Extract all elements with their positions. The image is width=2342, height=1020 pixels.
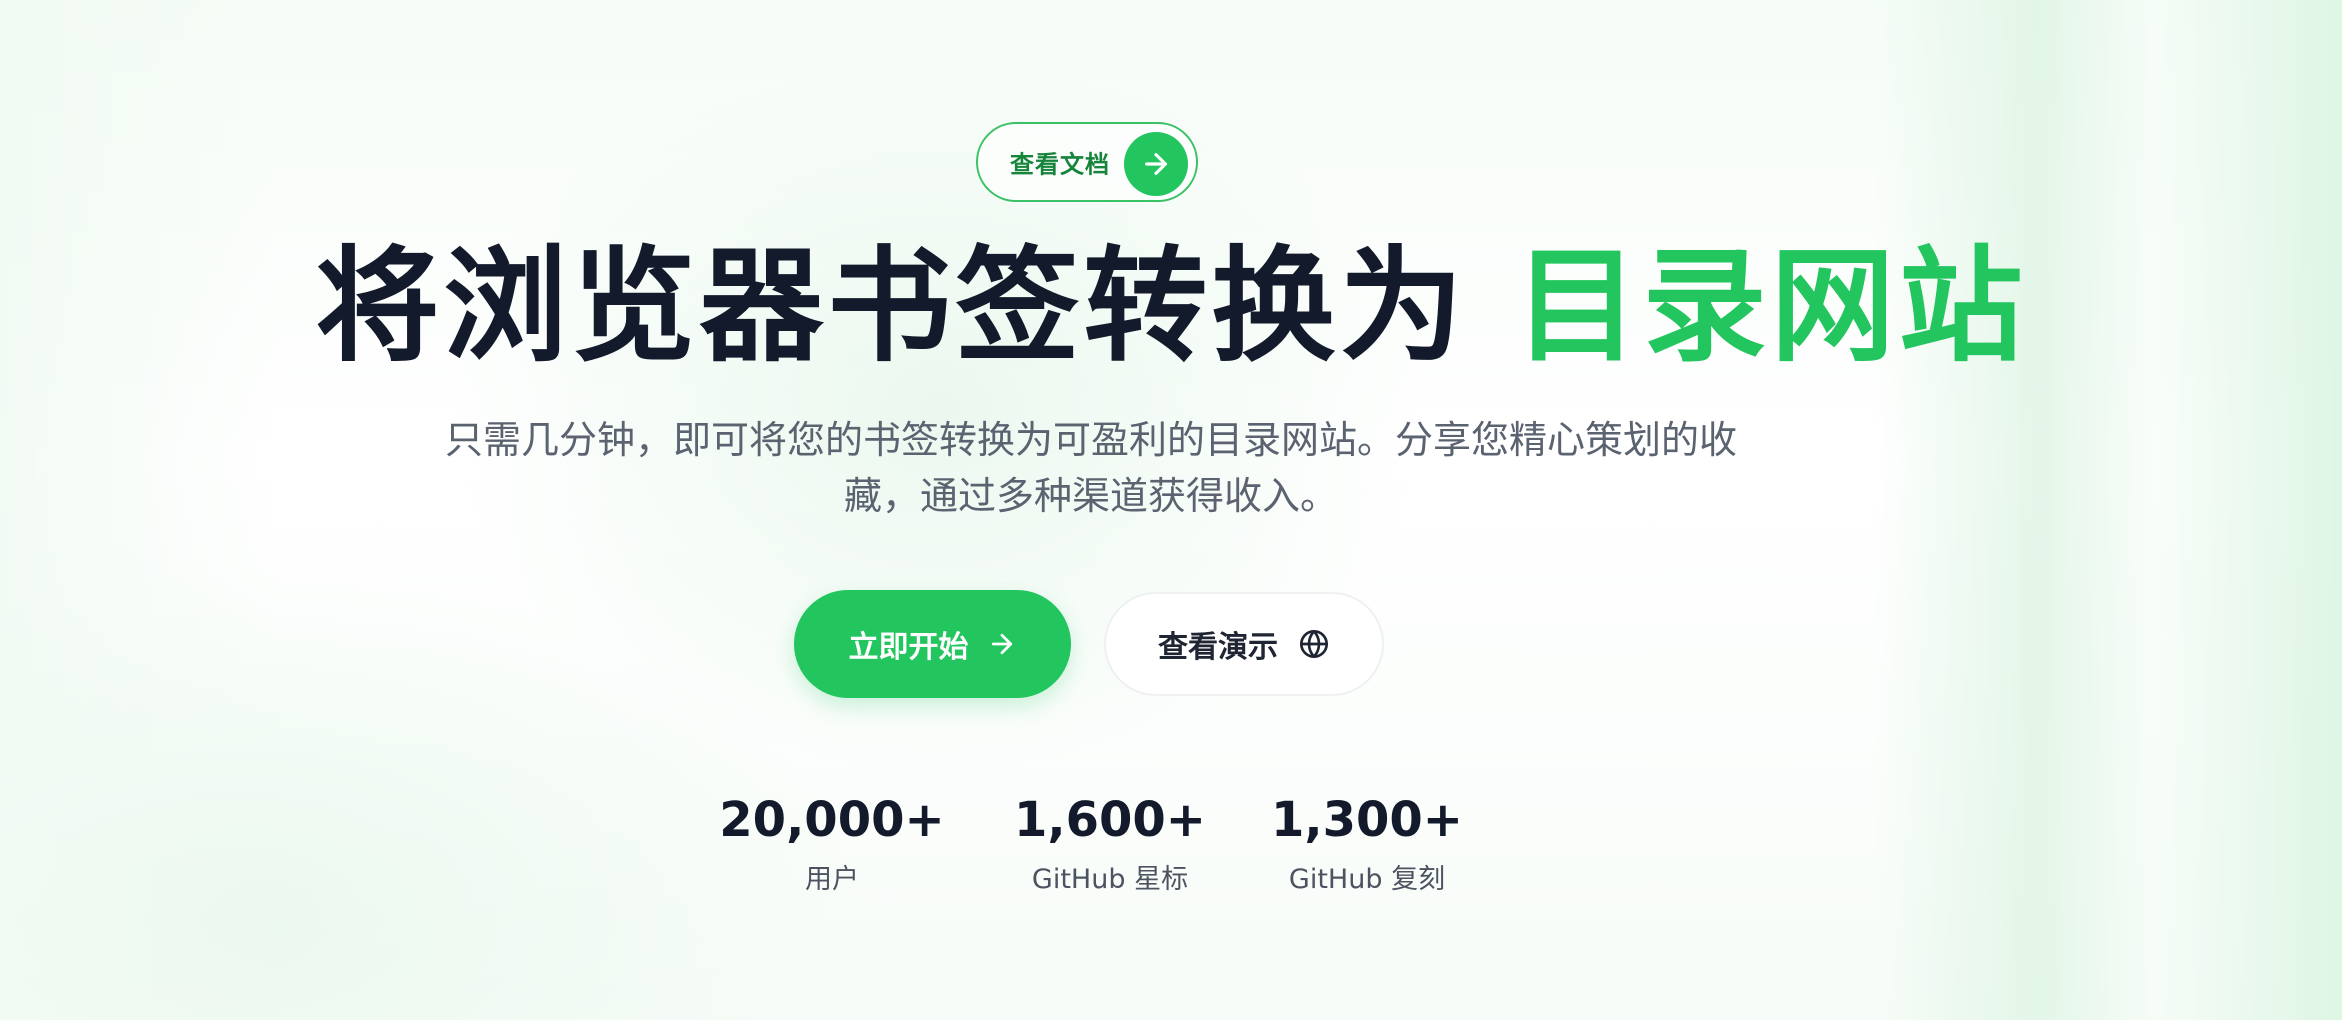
arrow-right-icon	[991, 633, 1012, 655]
arrow-right-icon	[1145, 153, 1167, 175]
stat-value: 1,600+	[1013, 792, 1207, 848]
get-started-label: 立即开始	[848, 630, 969, 665]
stat-users: 20,000+ 用户	[712, 790, 952, 900]
stat-github-stars: 1,600+ GitHub 星标	[1010, 790, 1210, 900]
stat-value: 20,000+	[719, 792, 945, 848]
arrow-circle	[1124, 132, 1188, 196]
stat-caption: GitHub 复刻	[1288, 864, 1446, 895]
stat-github-forks: 1,300+ GitHub 复刻	[1262, 790, 1472, 900]
hero-subtitle: 只需几分钟，即可将您的书签转换为可盈利的目录网站。分享您精心策划的收藏，通过多种…	[444, 418, 1737, 518]
hero-title-main: 将浏览器书签转换为	[315, 235, 1468, 379]
hero-title: 将浏览器书签转换为 目录网站	[0, 232, 2342, 382]
get-started-button[interactable]: 立即开始	[794, 590, 1071, 698]
view-demo-button[interactable]: 查看演示	[1104, 592, 1384, 696]
stat-value: 1,300+	[1270, 792, 1464, 848]
hero-section: 查看文档 将浏览器书签转换为 目录网站 只需几分钟，即可将您的书签转换为可盈利的…	[0, 0, 2342, 1020]
stat-caption: GitHub 星标	[1031, 864, 1189, 895]
globe-icon	[1300, 630, 1328, 658]
view-docs-button[interactable]: 查看文档	[976, 122, 1198, 202]
hero-title-accent: 目录网站	[1514, 235, 2027, 379]
stat-caption: 用户	[805, 864, 859, 895]
view-demo-label: 查看演示	[1158, 630, 1278, 665]
view-docs-label: 查看文档	[1010, 150, 1110, 179]
